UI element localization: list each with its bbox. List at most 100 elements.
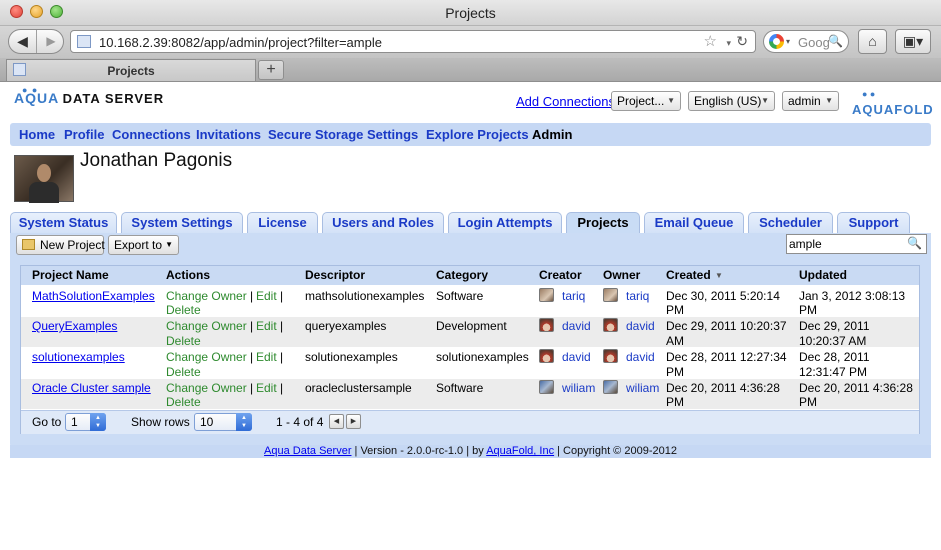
project-name-link[interactable]: solutionexamples — [32, 350, 125, 364]
aqua-data-server-logo[interactable]: AQUA DATA SERVER — [14, 90, 164, 106]
bookmarks-menu-button[interactable]: ▣▾ — [895, 29, 931, 54]
col-category[interactable]: Category — [436, 268, 488, 282]
action-separator: | — [280, 350, 284, 364]
aquafold-logo[interactable]: AQUAFOLD — [852, 102, 934, 117]
next-page-button[interactable]: ▶ — [346, 414, 361, 429]
creator-name[interactable]: wiliam — [562, 381, 595, 395]
url-text[interactable]: 10.168.2.39:8082/app/admin/project?filte… — [99, 35, 382, 50]
back-button[interactable]: ◀ — [9, 30, 37, 53]
sort-descending-icon[interactable]: ▼ — [715, 271, 723, 280]
owner-name[interactable]: david — [626, 350, 655, 364]
url-dropdown-icon[interactable]: ▾ — [726, 38, 731, 49]
project-filter-field[interactable]: 🔍 — [786, 234, 927, 254]
category-cell: solutionexamples — [436, 350, 529, 364]
col-creator[interactable]: Creator — [539, 268, 582, 282]
created-cell-cont: AM — [666, 334, 684, 348]
change-owner-link[interactable]: Change Owner — [166, 319, 247, 333]
tab-login-attempts[interactable]: Login Attempts — [448, 212, 562, 234]
action-separator: | — [250, 381, 254, 395]
change-owner-link[interactable]: Change Owner — [166, 289, 247, 303]
search-icon[interactable]: 🔍 — [828, 34, 843, 48]
new-project-button[interactable]: New Project — [16, 235, 105, 255]
language-select[interactable]: English (US) ▼ — [688, 91, 775, 111]
goto-page-select[interactable]: 1 ▲ ▼ — [65, 413, 106, 431]
delete-link[interactable]: Delete — [166, 365, 201, 379]
browser-tab-projects[interactable]: Projects — [6, 59, 256, 81]
web-search-box[interactable]: ▾ Goog 🔍 — [763, 30, 849, 53]
owner-avatar — [603, 318, 618, 332]
project-name-link[interactable]: Oracle Cluster sample — [32, 381, 151, 395]
owner-name[interactable]: david — [626, 319, 655, 333]
edit-link[interactable]: Edit — [256, 319, 277, 333]
show-rows-label: Show rows — [131, 415, 190, 429]
user-name: Jonathan Pagonis — [80, 150, 233, 171]
change-owner-link[interactable]: Change Owner — [166, 381, 247, 395]
tab-scheduler[interactable]: Scheduler — [748, 212, 833, 234]
previous-page-button[interactable]: ◀ — [329, 414, 344, 429]
col-updated[interactable]: Updated — [799, 268, 847, 282]
action-separator: | — [280, 289, 284, 303]
nav-secure-storage[interactable]: Secure Storage — [268, 127, 363, 142]
created-cell: Dec 30, 2011 5:20:14 — [666, 289, 780, 303]
project-name-link[interactable]: QueryExamples — [32, 319, 117, 333]
action-separator: | — [250, 319, 254, 333]
logo-data-server-text: DATA SERVER — [62, 91, 165, 106]
nav-invitations[interactable]: Invitations — [196, 127, 261, 142]
forward-button[interactable]: ▶ — [37, 30, 63, 53]
creator-avatar — [539, 349, 554, 363]
project-select[interactable]: Project... ▼ — [611, 91, 681, 111]
delete-link[interactable]: Delete — [166, 334, 201, 348]
add-connections-link[interactable]: Add Connections — [516, 94, 615, 109]
nav-profile[interactable]: Profile — [64, 127, 104, 142]
owner-name[interactable]: tariq — [626, 289, 649, 303]
tab-users-and-roles[interactable]: Users and Roles — [322, 212, 444, 234]
search-icon[interactable]: 🔍 — [907, 236, 922, 250]
change-owner-link[interactable]: Change Owner — [166, 350, 247, 364]
updated-cell-cont: 12:31:47 PM — [799, 365, 868, 379]
category-cell: Software — [436, 289, 484, 303]
export-to-button[interactable]: Export to ▼ — [108, 235, 179, 255]
delete-link[interactable]: Delete — [166, 303, 201, 317]
tab-projects[interactable]: Projects — [566, 212, 640, 234]
nav-admin[interactable]: Admin — [532, 127, 572, 142]
edit-link[interactable]: Edit — [256, 350, 277, 364]
creator-name[interactable]: tariq — [562, 289, 585, 303]
nav-settings[interactable]: Settings — [367, 127, 418, 142]
nav-explore-projects[interactable]: Explore Projects — [426, 127, 529, 142]
address-bar[interactable]: 10.168.2.39:8082/app/admin/project?filte… — [70, 30, 756, 53]
project-name-link[interactable]: MathSolutionExamples — [32, 289, 155, 303]
reload-icon[interactable]: ↻ — [736, 33, 748, 50]
bookmark-star-icon[interactable]: ☆ — [704, 32, 717, 50]
browser-tab-strip: Projects + — [0, 58, 941, 82]
edit-link[interactable]: Edit — [256, 289, 277, 303]
new-tab-button[interactable]: + — [258, 60, 284, 80]
google-engine-icon[interactable] — [769, 34, 784, 49]
updated-cell: Jan 3, 2012 3:08:13 — [799, 289, 906, 303]
edit-link[interactable]: Edit — [256, 381, 277, 395]
updated-cell: Dec 29, 2011 — [799, 319, 870, 333]
tab-license[interactable]: License — [247, 212, 318, 234]
home-button[interactable]: ⌂ — [858, 29, 887, 54]
owner-name[interactable]: wiliam — [626, 381, 659, 395]
tab-support[interactable]: Support — [837, 212, 910, 234]
tab-system-settings[interactable]: System Settings — [121, 212, 243, 234]
user-menu-value: admin — [788, 94, 821, 108]
aquafold-link[interactable]: AquaFold, Inc — [486, 445, 554, 457]
delete-link[interactable]: Delete — [166, 395, 201, 409]
creator-name[interactable]: david — [562, 350, 591, 364]
tab-system-status[interactable]: System Status — [10, 212, 117, 234]
aqua-data-server-link[interactable]: Aqua Data Server — [264, 445, 351, 457]
col-project-name[interactable]: Project Name — [32, 268, 109, 282]
search-engine-dropdown-icon[interactable]: ▾ — [786, 37, 790, 46]
col-owner[interactable]: Owner — [603, 268, 640, 282]
project-filter-input[interactable] — [787, 235, 905, 253]
tab-email-queue[interactable]: Email Queue — [644, 212, 744, 234]
nav-connections[interactable]: Connections — [112, 127, 191, 142]
show-rows-select[interactable]: 10 ▲ ▼ — [194, 413, 252, 431]
window-title: Projects — [445, 5, 496, 21]
nav-home[interactable]: Home — [19, 127, 55, 142]
col-descriptor[interactable]: Descriptor — [305, 268, 365, 282]
user-menu-select[interactable]: admin ▼ — [782, 91, 839, 111]
creator-name[interactable]: david — [562, 319, 591, 333]
col-created[interactable]: Created — [666, 268, 711, 282]
